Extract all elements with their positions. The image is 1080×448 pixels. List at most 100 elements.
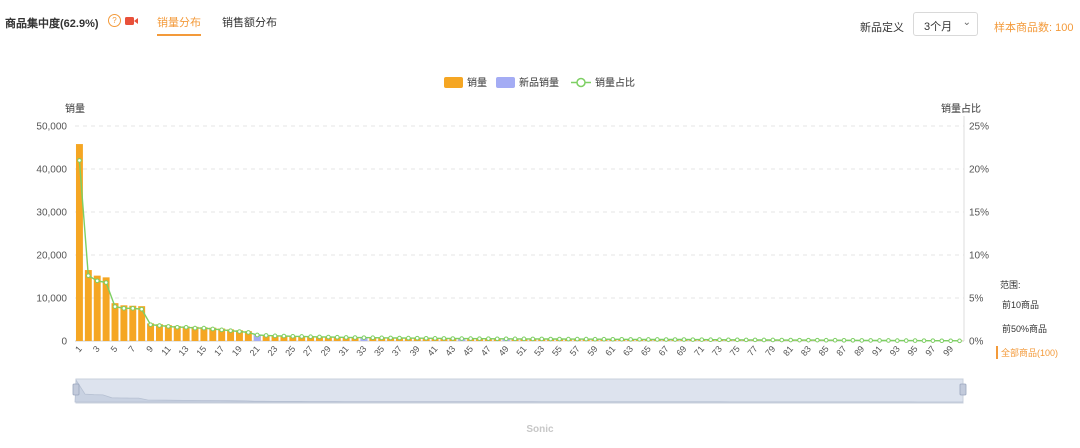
footer-watermark: Sonic bbox=[526, 424, 554, 435]
legend-swatch-ratio-marker bbox=[576, 77, 586, 88]
data-zoom-slider[interactable] bbox=[72, 378, 967, 404]
ratio-point bbox=[183, 324, 189, 330]
ratio-point bbox=[121, 306, 127, 311]
ratio-point bbox=[663, 337, 669, 342]
ratio-point bbox=[548, 336, 553, 342]
x-tick-label: 35 bbox=[372, 344, 386, 358]
y-right-tick-label: 20% bbox=[969, 165, 989, 176]
x-tick-label: 49 bbox=[497, 344, 511, 358]
ratio-point bbox=[94, 278, 100, 284]
y-right-tick-label: 0% bbox=[969, 337, 984, 348]
range-panel-title: 范围: bbox=[1000, 280, 1021, 290]
ratio-point bbox=[130, 306, 136, 311]
ratio-point bbox=[157, 323, 162, 328]
range-option-top50pct[interactable]: 前50%商品 bbox=[1002, 322, 1047, 335]
ratio-point bbox=[566, 336, 571, 342]
ratio-point bbox=[806, 337, 811, 343]
ratio-point bbox=[148, 322, 153, 327]
x-tick-label: 73 bbox=[710, 344, 724, 358]
x-tick-label: 55 bbox=[550, 344, 564, 358]
ratio-point bbox=[717, 337, 722, 343]
legend-label-sales: 销量 bbox=[467, 76, 487, 89]
x-tick-label: 11 bbox=[159, 344, 173, 358]
x-tick-label: 15 bbox=[194, 344, 208, 358]
ratio-point bbox=[646, 337, 651, 342]
ratio-point bbox=[823, 337, 829, 343]
x-tick-label: 9 bbox=[144, 344, 155, 354]
ratio-point bbox=[912, 338, 918, 343]
bar-sales bbox=[120, 305, 128, 341]
y-right-tick-label: 10% bbox=[969, 251, 989, 262]
x-tick-label: 53 bbox=[532, 344, 546, 358]
y-left-tick-label: 40,000 bbox=[36, 165, 67, 176]
ratio-point bbox=[361, 335, 367, 340]
ratio-point bbox=[254, 332, 260, 338]
ratio-point bbox=[868, 338, 873, 343]
ratio-line[interactable] bbox=[77, 158, 962, 344]
x-tick-label: 75 bbox=[728, 344, 742, 358]
ratio-point bbox=[263, 333, 269, 338]
bar-sales bbox=[84, 270, 92, 341]
ratio-point bbox=[86, 273, 91, 278]
ratio-point bbox=[414, 335, 420, 341]
x-tick-label: 5 bbox=[109, 344, 120, 354]
x-tick-label: 67 bbox=[657, 344, 671, 358]
x-tick-label: 39 bbox=[408, 344, 422, 358]
y-left-tick-label: 30,000 bbox=[36, 208, 67, 219]
y-right-tick-label: 5% bbox=[969, 294, 984, 305]
ratio-point bbox=[681, 337, 687, 342]
ratio-point bbox=[486, 336, 491, 341]
y-left-tick-label: 20,000 bbox=[36, 251, 67, 262]
x-tick-label: 97 bbox=[923, 344, 937, 358]
range-option-all[interactable]: 全部商品(100) bbox=[996, 346, 1058, 359]
ratio-point bbox=[539, 336, 545, 342]
ratio-point bbox=[246, 330, 251, 335]
x-tick-label: 13 bbox=[177, 344, 191, 358]
x-tick-label: 61 bbox=[603, 344, 617, 358]
x-tick-label: 63 bbox=[621, 344, 635, 358]
legend[interactable]: 销量 新品销量 销量占比 bbox=[444, 76, 635, 89]
x-tick-label: 43 bbox=[443, 344, 457, 358]
x-tick-label: 89 bbox=[852, 344, 866, 358]
ratio-point bbox=[503, 336, 509, 342]
bar-sales bbox=[93, 275, 101, 341]
bars[interactable] bbox=[75, 144, 964, 341]
ratio-point bbox=[815, 337, 820, 343]
data-zoom-track bbox=[75, 378, 964, 404]
x-tick-label: 27 bbox=[301, 344, 315, 358]
ratio-point bbox=[512, 336, 518, 342]
x-tick-label: 21 bbox=[248, 344, 262, 358]
grid-lines bbox=[75, 125, 964, 342]
ratio-line-path bbox=[78, 160, 960, 342]
y-right-tick-label: 15% bbox=[969, 208, 989, 219]
ratio-point bbox=[166, 324, 171, 329]
ratio-point bbox=[228, 328, 233, 333]
legend-swatch-new-sales bbox=[496, 77, 515, 88]
ratio-point bbox=[628, 337, 633, 342]
x-tick-label: 93 bbox=[888, 344, 902, 358]
x-tick-label: 83 bbox=[799, 344, 813, 358]
ratio-point bbox=[201, 325, 207, 331]
ratio-point bbox=[708, 337, 713, 343]
ratio-point bbox=[370, 335, 376, 341]
x-tick-label: 23 bbox=[265, 344, 279, 358]
ratio-point bbox=[841, 338, 847, 343]
range-option-top10[interactable]: 前10商品 bbox=[1002, 298, 1039, 311]
x-tick-label: 29 bbox=[319, 344, 333, 358]
ratio-point bbox=[112, 304, 118, 309]
x-tick-label: 51 bbox=[514, 344, 528, 358]
ratio-point bbox=[192, 325, 198, 331]
x-tick-label: 7 bbox=[126, 344, 137, 354]
ratio-point bbox=[779, 337, 785, 343]
ratio-point bbox=[379, 335, 385, 341]
x-tick-label: 37 bbox=[390, 344, 404, 358]
ratio-point bbox=[77, 158, 82, 163]
ratio-point bbox=[957, 338, 962, 344]
ratio-point bbox=[397, 335, 402, 341]
x-tick-label: 87 bbox=[834, 344, 848, 358]
sales-distribution-chart: 销量 新品销量 销量占比 销量 销量占比 50,000 40,000 30,000 2… bbox=[36, 76, 989, 404]
ratio-point bbox=[477, 336, 482, 341]
ratio-point bbox=[930, 338, 936, 343]
x-tick-label: 69 bbox=[674, 344, 688, 358]
data-zoom-handle-left bbox=[72, 383, 80, 396]
